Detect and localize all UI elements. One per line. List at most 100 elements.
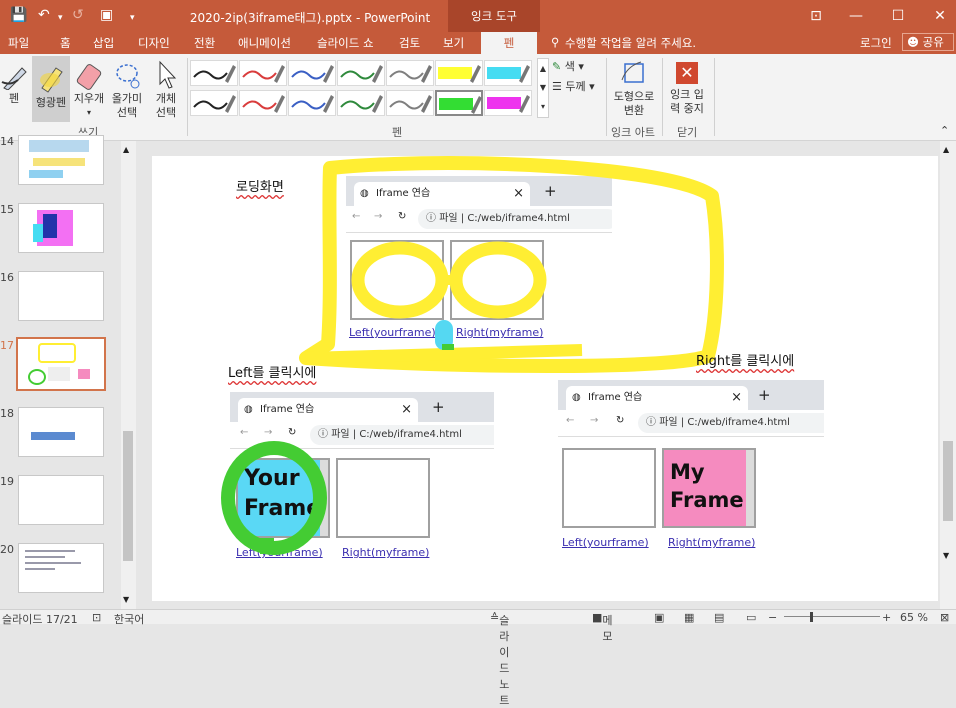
comments-button[interactable]: ■ 메모 — [592, 611, 613, 643]
thumbnail-slide-18[interactable] — [18, 407, 104, 457]
thumbnail-slide-17[interactable] — [16, 337, 106, 391]
highlighter-icon — [40, 67, 63, 93]
tab-slideshow[interactable]: 슬라이드 쇼 — [317, 35, 374, 51]
signin-link[interactable]: 로그인 — [860, 35, 892, 51]
tab-pen[interactable]: 펜 — [481, 32, 537, 54]
reading-view-icon[interactable]: ▤ — [714, 611, 724, 624]
group-label-ink-art: 잉크 아트 — [611, 126, 655, 139]
tab-review[interactable]: 검토 — [399, 35, 420, 51]
ribbon-separator — [187, 58, 188, 136]
pen-icon — [1, 67, 27, 90]
thumbnail-slide-20[interactable] — [18, 543, 104, 593]
pen-swatch-highlighter[interactable] — [435, 90, 483, 116]
language-indicator[interactable]: 한국어 — [114, 611, 144, 627]
zoom-in-icon[interactable]: + — [882, 611, 891, 624]
iframe-scrollbar[interactable] — [746, 450, 754, 526]
lasso-select-button[interactable]: 올가미 선택 — [108, 60, 146, 120]
minimize-button[interactable]: — — [836, 4, 876, 28]
maximize-button[interactable]: ☐ — [878, 4, 918, 28]
eraser-dropdown-icon[interactable]: ▾ — [72, 106, 106, 120]
tab-transitions[interactable]: 전환 — [194, 35, 215, 51]
link-right-myframe[interactable]: Right(myframe) — [668, 536, 755, 549]
tell-me-search[interactable]: 수행할 작업을 알려 주세요. — [565, 35, 696, 51]
thumbnail-slide-16[interactable] — [18, 271, 104, 321]
pen-swatch-pen[interactable] — [386, 60, 434, 86]
back-icon[interactable]: ← — [566, 415, 574, 426]
convert-to-shapes-button[interactable]: 도형으로 변환 — [609, 58, 659, 118]
link-left-yourframe[interactable]: Left(yourframe) — [562, 536, 649, 549]
convert-label-1: 도형으로 — [613, 90, 655, 103]
eraser-icon — [76, 64, 102, 90]
highlighter-tool-button[interactable]: 형광펜 — [32, 56, 70, 122]
thumb-number: 14 — [0, 135, 14, 148]
pen-swatch-pen[interactable] — [239, 60, 287, 86]
stop-inking-button[interactable]: ✕ 잉크 입 력 중지 — [664, 58, 710, 116]
tab-animations[interactable]: 애니메이션 — [238, 35, 291, 51]
scroll-thumb[interactable] — [123, 431, 133, 561]
url-field[interactable]: ⓘ 파일 | C:/web/iframe4.html — [638, 413, 824, 433]
new-tab-icon[interactable]: + — [758, 386, 771, 404]
fit-slide-icon[interactable]: ⊠ — [940, 611, 949, 624]
collapse-ribbon-icon[interactable]: ⌃ — [940, 124, 949, 138]
zoom-out-icon[interactable]: − — [768, 611, 777, 624]
stop-label-1: 잉크 입 — [670, 88, 704, 101]
slide-canvas[interactable]: 로딩화면 ◍ Iframe 연습 × + ← → ↻ ⓘ 파일 | C:/web… — [152, 156, 938, 601]
slide-sorter-icon[interactable]: ▦ — [684, 611, 694, 624]
lightbulb-icon: ⚲ — [551, 35, 560, 49]
zoom-slider[interactable] — [784, 616, 880, 617]
browser-tab[interactable]: ◍ Iframe 연습 × — [566, 386, 748, 410]
normal-view-icon[interactable]: ▣ — [654, 611, 664, 624]
thumb-number: 19 — [0, 475, 14, 488]
pen-swatch-pen[interactable] — [190, 60, 238, 86]
pen-thickness-button[interactable]: ☰ 두께 ▾ — [552, 80, 595, 94]
tab-view[interactable]: 보기 — [443, 35, 464, 51]
scroll-thumb[interactable] — [943, 441, 953, 521]
pen-swatch-pen[interactable] — [386, 90, 434, 116]
slide-scrollbar[interactable]: ▲ ▼ — [940, 141, 956, 609]
pen-swatch-highlighter[interactable] — [435, 60, 483, 86]
thumbnail-scrollbar[interactable]: ▲ ▼ — [121, 141, 136, 609]
shapes-icon — [621, 61, 644, 83]
pen-swatch-pen[interactable] — [337, 90, 385, 116]
tab-home[interactable]: 홈 — [60, 35, 71, 51]
notes-button[interactable]: ≙ 슬라이드 노트 — [490, 611, 509, 707]
reload-icon[interactable]: ↻ — [616, 415, 624, 426]
gallery-scroll[interactable]: ▲ ▼ ▾ — [537, 58, 549, 118]
pen-swatch-pen[interactable] — [337, 60, 385, 86]
thumbnail-slide-15[interactable] — [18, 203, 104, 253]
object-select-button[interactable]: 개체 선택 — [148, 60, 184, 120]
thumbnail-slide-19[interactable] — [18, 475, 104, 525]
tab-close-icon[interactable]: × — [731, 386, 742, 410]
spellcheck-icon[interactable]: ⊡ — [92, 611, 101, 624]
zoom-level[interactable]: 65 % — [900, 611, 928, 624]
pen-swatch-highlighter[interactable] — [484, 90, 532, 116]
ribbon-separator — [662, 58, 663, 136]
pen-icon — [242, 95, 285, 113]
scroll-up-icon[interactable]: ▲ — [943, 145, 949, 154]
slideshow-view-icon[interactable]: ▭ — [746, 611, 756, 624]
close-button[interactable]: ✕ — [920, 4, 956, 28]
ribbon-display-options-icon[interactable]: ⊡ — [796, 4, 836, 28]
thumbnail-slide-14[interactable] — [18, 135, 104, 185]
pen-icon — [291, 65, 334, 83]
pen-swatch-pen[interactable] — [288, 60, 336, 86]
scroll-down-icon[interactable]: ▼ — [943, 551, 949, 560]
comments-label: 메모 — [602, 614, 613, 643]
pen-swatch-pen[interactable] — [288, 90, 336, 116]
pen-swatch-pen[interactable] — [190, 90, 238, 116]
eraser-tool-button[interactable]: 지우개 ▾ — [72, 60, 106, 120]
pen-color-button[interactable]: ✎ 색 ▾ — [552, 60, 584, 74]
share-button[interactable]: ☻ 공유 — [902, 33, 954, 51]
pen-swatch-highlighter[interactable] — [484, 60, 532, 86]
scroll-down-icon[interactable]: ▼ — [123, 595, 129, 604]
tab-file[interactable]: 파일 — [8, 35, 29, 51]
scroll-up-icon[interactable]: ▲ — [123, 145, 129, 154]
pen-tool-button[interactable]: 펜 — [0, 60, 28, 106]
tab-design[interactable]: 디자인 — [138, 35, 170, 51]
forward-icon[interactable]: → — [590, 415, 598, 426]
tab-insert[interactable]: 삽입 — [93, 35, 114, 51]
pen-swatch-pen[interactable] — [239, 90, 287, 116]
lasso-label-2: 선택 — [116, 106, 138, 119]
object-select-label-2: 선택 — [155, 106, 177, 119]
zoom-slider-thumb[interactable] — [810, 612, 813, 622]
